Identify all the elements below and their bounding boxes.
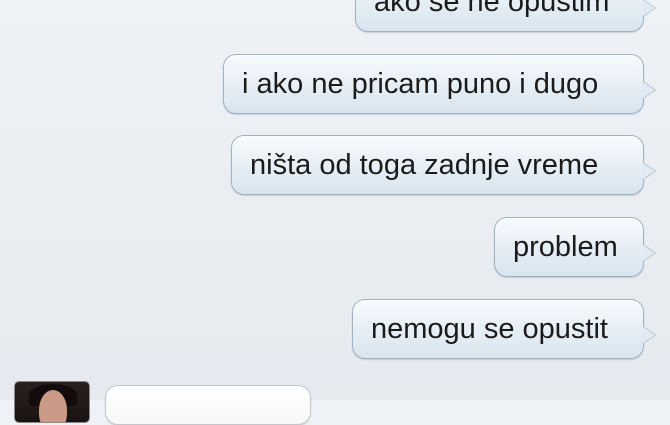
- message-bubble-incoming[interactable]: [105, 385, 311, 425]
- message-thread[interactable]: ako se ne opustim i ako ne pricam puno i…: [0, 0, 670, 425]
- contact-avatar[interactable]: [14, 381, 90, 423]
- message-bubble-outgoing[interactable]: ako se ne opustim: [355, 0, 644, 32]
- message-bubble-outgoing[interactable]: nemogu se opustit: [352, 299, 644, 359]
- avatar-face: [39, 390, 67, 422]
- message-bubble-outgoing[interactable]: i ako ne pricam puno i dugo: [223, 54, 644, 114]
- message-bubble-outgoing[interactable]: problem: [494, 217, 644, 277]
- message-bubble-outgoing[interactable]: ništa od toga zadnje vreme: [231, 135, 644, 195]
